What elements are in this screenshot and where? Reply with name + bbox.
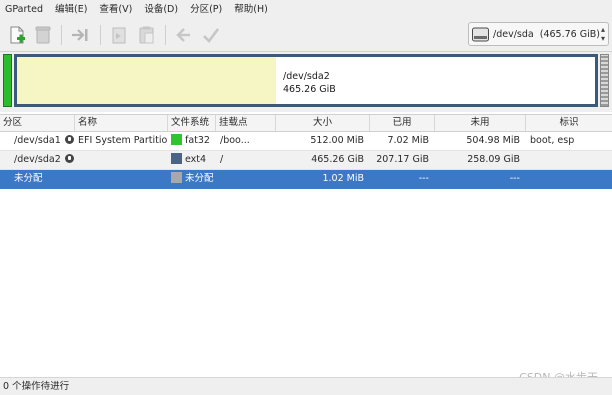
- name-cell: EFI System Partition: [78, 135, 168, 146]
- disk-segment-sda2[interactable]: /dev/sda2 465.26 GiB: [14, 54, 598, 107]
- menu-bar: GParted 编辑(E) 查看(V) 设备(D) 分区(P) 帮助(H): [0, 0, 612, 19]
- partition-table: 分区 名称 文件系统 挂载点 大小 已用 未用 标识 /dev/sda1 EFI…: [0, 114, 612, 189]
- col-flags[interactable]: 标识: [526, 115, 612, 131]
- used-cell: 207.17 GiB: [376, 154, 429, 165]
- device-name: /dev/sda (465.76 GiB): [493, 28, 600, 40]
- copy-icon: [112, 27, 126, 44]
- mountpoint-cell: /: [220, 154, 224, 165]
- table-row-selected[interactable]: 未分配 未分配 1.02 MiB --- ---: [0, 170, 612, 189]
- apply-button[interactable]: [200, 24, 222, 46]
- device-selector[interactable]: /dev/sda (465.76 GiB) ▴ ▾: [468, 22, 609, 46]
- hard-drive-icon: [472, 27, 489, 41]
- resize-move-button[interactable]: [69, 24, 91, 46]
- menu-gparted[interactable]: GParted: [0, 0, 49, 19]
- key-icon: [64, 135, 74, 144]
- col-partition[interactable]: 分区: [0, 115, 75, 131]
- toolbar-separator: [61, 25, 62, 45]
- size-cell: 512.00 MiB: [310, 135, 364, 146]
- menu-partition[interactable]: 分区(P): [184, 0, 228, 19]
- fs-color-swatch: [171, 172, 182, 183]
- col-filesystem[interactable]: 文件系统: [168, 115, 216, 131]
- flags-cell: [526, 151, 612, 169]
- menu-edit[interactable]: 编辑(E): [49, 0, 93, 19]
- col-used[interactable]: 已用: [370, 115, 435, 131]
- table-row[interactable]: /dev/sda2 ext4 / 465.26 GiB 207.17 GiB 2…: [0, 151, 612, 170]
- name-cell: [75, 170, 168, 188]
- used-space-fill: [17, 57, 276, 104]
- toolbar-separator: [100, 25, 101, 45]
- size-cell: 465.26 GiB: [311, 154, 364, 165]
- menu-device[interactable]: 设备(D): [138, 0, 184, 19]
- undo-button[interactable]: [173, 24, 195, 46]
- filesystem-cell: 未分配: [168, 170, 216, 188]
- unused-cell: 504.98 MiB: [466, 135, 520, 146]
- paste-button[interactable]: [136, 24, 158, 46]
- partition-cell: /dev/sda2: [0, 151, 75, 169]
- disk-segment-unallocated[interactable]: [600, 54, 609, 107]
- menu-help[interactable]: 帮助(H): [228, 0, 274, 19]
- pending-operations-text: 0 个操作待进行: [3, 381, 70, 392]
- delete-partition-button[interactable]: [32, 24, 54, 46]
- filesystem-cell: fat32: [168, 132, 216, 150]
- unused-cell: ---: [509, 173, 520, 184]
- table-header: 分区 名称 文件系统 挂载点 大小 已用 未用 标识: [0, 114, 612, 132]
- unused-cell: 258.09 GiB: [467, 154, 520, 165]
- filesystem-cell: ext4: [168, 151, 216, 169]
- new-partition-button[interactable]: [6, 24, 28, 46]
- key-icon: [64, 154, 74, 163]
- copy-button[interactable]: [108, 24, 130, 46]
- fs-color-swatch: [171, 134, 182, 145]
- partition-cell: 未分配: [14, 173, 43, 184]
- dropdown-arrows-icon: ▴ ▾: [600, 25, 605, 43]
- size-cell: 1.02 MiB: [322, 173, 364, 184]
- mountpoint-cell: /boo...: [220, 135, 250, 146]
- col-unused[interactable]: 未用: [435, 115, 526, 131]
- col-mountpoint[interactable]: 挂载点: [216, 115, 276, 131]
- flags-cell: [526, 170, 612, 188]
- mountpoint-cell: [216, 170, 276, 188]
- status-bar: 0 个操作待进行: [0, 377, 612, 395]
- col-name[interactable]: 名称: [75, 115, 168, 131]
- checkmark-icon: [203, 28, 220, 43]
- table-row[interactable]: /dev/sda1 EFI System Partition fat32 /bo…: [0, 132, 612, 151]
- paste-icon: [139, 26, 154, 44]
- col-size[interactable]: 大小: [276, 115, 370, 131]
- disk-segment-label: /dev/sda2 465.26 GiB: [283, 71, 336, 95]
- name-cell: [75, 151, 168, 169]
- fs-color-swatch: [171, 153, 182, 164]
- disk-segment-sda1[interactable]: [3, 54, 12, 107]
- new-partition-icon: [10, 26, 25, 44]
- arrow-right-bar-icon: [72, 29, 88, 41]
- trash-icon: [35, 26, 51, 44]
- undo-icon: [176, 28, 190, 42]
- toolbar-separator: [165, 25, 166, 45]
- menu-view[interactable]: 查看(V): [93, 0, 138, 19]
- partition-cell: /dev/sda1: [0, 132, 75, 150]
- used-cell: ---: [418, 173, 429, 184]
- disk-graphic: /dev/sda2 465.26 GiB: [0, 52, 612, 112]
- used-cell: 7.02 MiB: [387, 135, 429, 146]
- flags-cell: boot, esp: [530, 135, 575, 146]
